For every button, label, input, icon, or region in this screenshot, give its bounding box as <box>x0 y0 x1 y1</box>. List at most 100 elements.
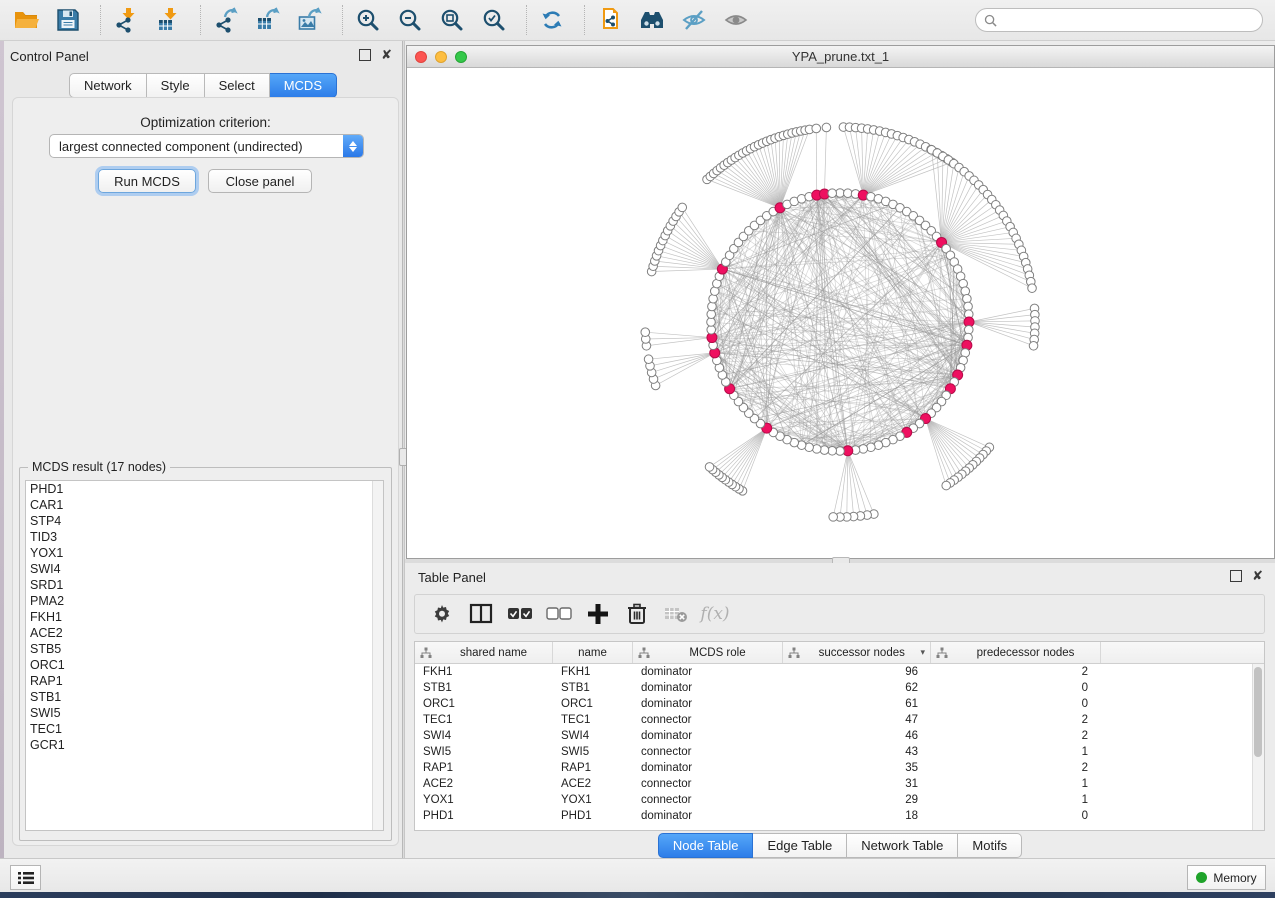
cell-name[interactable]: ORC1 <box>553 698 633 710</box>
mcds-result-item[interactable]: TEC1 <box>26 721 383 737</box>
graph-node[interactable] <box>705 463 714 472</box>
zoom-in-icon[interactable] <box>354 6 382 34</box>
run-mcds-button[interactable]: Run MCDS <box>98 169 196 193</box>
table-row[interactable]: RAP1RAP1dominator352 <box>415 760 1264 776</box>
cell-name[interactable]: ACE2 <box>553 778 633 790</box>
mcds-result-item[interactable]: YOX1 <box>26 545 383 561</box>
export-image-icon[interactable] <box>296 6 324 34</box>
show-graphics-details-icon[interactable] <box>722 6 750 34</box>
table-row[interactable]: ACE2ACE2connector311 <box>415 776 1264 792</box>
mcds-result-item[interactable]: FKH1 <box>26 609 383 625</box>
cell-MCDS-role[interactable]: dominator <box>633 682 783 694</box>
mcds-result-list[interactable]: PHD1CAR1STP4TID3YOX1SWI4SRD1PMA2FKH1ACE2… <box>25 480 384 831</box>
cell-MCDS-role[interactable]: connector <box>633 714 783 726</box>
table-row[interactable]: YOX1YOX1connector291 <box>415 792 1264 808</box>
column-header-predecessor-nodes[interactable]: predecessor nodes <box>931 642 1101 663</box>
memory-button[interactable]: Memory <box>1187 865 1266 890</box>
cell-MCDS-role[interactable]: dominator <box>633 810 783 822</box>
graph-node[interactable] <box>964 325 973 334</box>
close-panel-button[interactable]: Close panel <box>208 169 312 193</box>
share-document-icon[interactable] <box>596 6 624 34</box>
cell-shared-name[interactable]: YOX1 <box>415 794 553 806</box>
cell-shared-name[interactable]: FKH1 <box>415 666 553 678</box>
column-layout-icon[interactable] <box>468 601 494 627</box>
graph-node[interactable] <box>942 481 951 490</box>
table-row[interactable]: PHD1PHD1dominator180 <box>415 808 1264 824</box>
graph-node[interactable] <box>641 328 650 337</box>
cell-successor-nodes[interactable]: 43 <box>783 746 931 758</box>
column-header-shared-name[interactable]: shared name <box>415 642 553 663</box>
graph-node[interactable] <box>963 294 972 303</box>
cell-name[interactable]: STB1 <box>553 682 633 694</box>
graph-node[interactable] <box>867 443 876 452</box>
zoom-fit-icon[interactable] <box>438 6 466 34</box>
close-traffic-light[interactable] <box>415 51 427 63</box>
cell-successor-nodes[interactable]: 96 <box>783 666 931 678</box>
cell-successor-nodes[interactable]: 61 <box>783 698 931 710</box>
cell-predecessor-nodes[interactable]: 0 <box>931 682 1101 694</box>
delete-table-icon[interactable] <box>663 601 689 627</box>
tab-edge-table[interactable]: Edge Table <box>753 833 847 858</box>
cell-predecessor-nodes[interactable]: 2 <box>931 762 1101 774</box>
graph-node[interactable] <box>678 203 687 212</box>
float-panel-icon[interactable] <box>359 49 371 61</box>
tab-node-table[interactable]: Node Table <box>658 833 754 858</box>
cell-MCDS-role[interactable]: dominator <box>633 762 783 774</box>
export-table-icon[interactable] <box>254 6 282 34</box>
graph-node[interactable] <box>707 310 716 319</box>
graph-node[interactable] <box>1029 341 1038 350</box>
cell-successor-nodes[interactable]: 29 <box>783 794 931 806</box>
table-row[interactable]: STB1STB1dominator620 <box>415 680 1264 696</box>
table-row[interactable]: FKH1FKH1dominator962 <box>415 664 1264 680</box>
column-header-name[interactable]: name <box>553 642 633 663</box>
graph-node[interactable] <box>812 124 821 133</box>
table-row[interactable]: TEC1TEC1connector472 <box>415 712 1264 728</box>
cell-predecessor-nodes[interactable]: 1 <box>931 794 1101 806</box>
cell-predecessor-nodes[interactable]: 2 <box>931 714 1101 726</box>
graph-node[interactable] <box>859 445 868 454</box>
graph-node[interactable] <box>828 189 837 198</box>
zoom-selected-icon[interactable] <box>480 6 508 34</box>
deselect-all-icon[interactable] <box>546 601 572 627</box>
add-column-icon[interactable] <box>585 601 611 627</box>
tab-network-table[interactable]: Network Table <box>847 833 958 858</box>
cell-shared-name[interactable]: PHD1 <box>415 810 553 822</box>
cell-MCDS-role[interactable]: connector <box>633 794 783 806</box>
graph-node[interactable] <box>1028 284 1037 293</box>
close-panel-icon[interactable]: ✘ <box>381 50 392 60</box>
graph-node[interactable] <box>829 513 838 522</box>
mcds-result-item[interactable]: STB5 <box>26 641 383 657</box>
mcds-result-item[interactable]: STP4 <box>26 513 383 529</box>
cell-successor-nodes[interactable]: 62 <box>783 682 931 694</box>
save-session-icon[interactable] <box>54 6 82 34</box>
graph-node[interactable] <box>961 287 970 296</box>
minimize-traffic-light[interactable] <box>435 51 447 63</box>
import-network-icon[interactable] <box>112 6 140 34</box>
float-table-panel-icon[interactable] <box>1230 570 1242 582</box>
column-header-successor-nodes[interactable]: successor nodes▾ <box>783 642 931 663</box>
cell-predecessor-nodes[interactable]: 2 <box>931 730 1101 742</box>
cell-MCDS-role[interactable]: connector <box>633 778 783 790</box>
graph-node[interactable] <box>644 355 653 364</box>
mcds-result-item[interactable]: RAP1 <box>26 673 383 689</box>
import-table-icon[interactable] <box>154 6 182 34</box>
tab-network[interactable]: Network <box>69 73 147 98</box>
mcds-result-item[interactable]: ACE2 <box>26 625 383 641</box>
mcds-result-item[interactable]: SWI5 <box>26 705 383 721</box>
task-list-button[interactable] <box>10 865 41 890</box>
cell-name[interactable]: YOX1 <box>553 794 633 806</box>
network-canvas[interactable] <box>407 68 1274 558</box>
graph-node[interactable] <box>709 294 718 303</box>
graph-node[interactable] <box>964 302 973 311</box>
cell-shared-name[interactable]: STB1 <box>415 682 553 694</box>
tab-style[interactable]: Style <box>147 73 205 98</box>
cell-name[interactable]: PHD1 <box>553 810 633 822</box>
cell-shared-name[interactable]: RAP1 <box>415 762 553 774</box>
cell-name[interactable]: RAP1 <box>553 762 633 774</box>
cell-shared-name[interactable]: SWI5 <box>415 746 553 758</box>
settings-gear-icon[interactable] <box>429 601 455 627</box>
graph-node[interactable] <box>708 302 717 311</box>
cell-successor-nodes[interactable]: 47 <box>783 714 931 726</box>
table-row[interactable]: ORC1ORC1dominator610 <box>415 696 1264 712</box>
select-all-icon[interactable] <box>507 601 533 627</box>
